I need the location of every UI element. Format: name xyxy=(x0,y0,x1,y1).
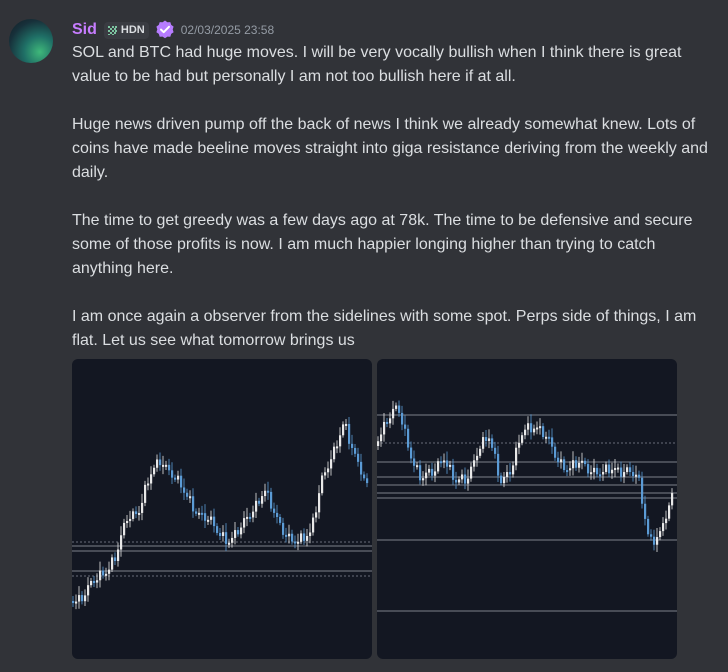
message-paragraph: Huge news driven pump off the back of ne… xyxy=(72,116,708,181)
message-header: Sid HDN 02/03/2025 23:58 xyxy=(72,18,274,42)
server-tag[interactable]: HDN xyxy=(103,21,149,39)
candlestick-chart-icon xyxy=(377,400,677,612)
message-paragraph: The time to get greedy was a few days ag… xyxy=(72,212,693,277)
username[interactable]: Sid xyxy=(72,21,97,39)
message-content: SOL and BTC had huge moves. I will be ve… xyxy=(72,41,712,353)
image-attachments xyxy=(72,359,677,659)
chat-message: Sid HDN 02/03/2025 23:58 SOL and BTC had… xyxy=(0,0,728,672)
chart-image-attachment[interactable] xyxy=(377,359,677,659)
message-paragraph: SOL and BTC had huge moves. I will be ve… xyxy=(72,44,682,85)
grid-icon xyxy=(106,24,118,36)
verified-badge-icon xyxy=(156,20,174,39)
candlestick-chart-icon xyxy=(72,416,372,610)
server-tag-label: HDN xyxy=(120,24,145,36)
message-timestamp: 02/03/2025 23:58 xyxy=(180,23,275,37)
avatar[interactable] xyxy=(9,19,53,63)
chart-image-attachment[interactable] xyxy=(72,359,372,659)
message-paragraph: I am once again a observer from the side… xyxy=(72,308,697,349)
